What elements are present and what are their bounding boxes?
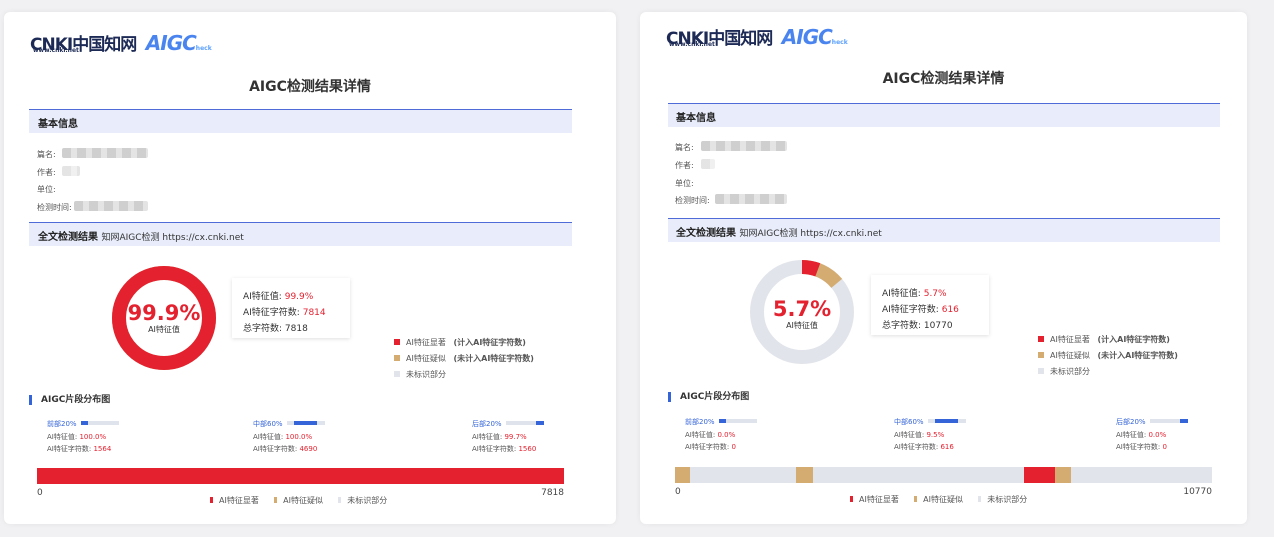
redacted-name [62, 148, 148, 158]
suspected-swatch [1038, 352, 1044, 358]
segment-back: 后部20% AI特征值: 99.7% AI特征字符数: 1560 [472, 419, 544, 454]
stats-card: AI特征值: 99.9% AI特征字符数: 7814 总字符数: 7818 [232, 278, 350, 338]
legend-unmarked: 未标识部分 [1038, 366, 1090, 377]
significant-swatch [210, 497, 213, 503]
legend-suspected: AI特征疑似 (未计入AI特征字符数) [1038, 350, 1178, 361]
redacted-time [715, 194, 787, 204]
distribution-block-suspected [1054, 467, 1072, 483]
significant-swatch [1038, 336, 1044, 342]
unmarked-swatch [338, 497, 342, 503]
legend-significant: AI特征显著 (计入AI特征字符数) [1038, 334, 1170, 345]
report-panel-1: CNKI中国知网 www.cnki.net AIGCheck AIGC检测结果详… [4, 12, 616, 524]
aigc-logo-text: AIGC [781, 25, 833, 49]
ai-value: 99.9% [284, 292, 314, 302]
segment-middle: 中部60% AI特征值: 9.5% AI特征字符数: 616 [894, 417, 966, 452]
ai-chars: 616 [941, 305, 959, 315]
distribution-block-suspected [675, 467, 690, 483]
result-header: 全文检测结果 知网AIGC检测 https://cx.cnki.net [29, 222, 572, 246]
legend-significant: AI特征显著 (计入AI特征字符数) [394, 337, 526, 348]
aigc-logo-heck: heck [831, 39, 848, 46]
result-source: 知网AIGC检测 https://cx.cnki.net [101, 233, 244, 243]
unit-label: 单位: [675, 179, 694, 188]
result-source: 知网AIGC检测 https://cx.cnki.net [739, 229, 882, 239]
segment-middle: 中部60% AI特征值: 100.0% AI特征字符数: 4690 [253, 419, 325, 454]
redacted-author [701, 159, 715, 169]
ai-value-row: AI特征值: 99.9% [243, 292, 314, 302]
ring-percent: 99.9% [127, 301, 201, 325]
unmarked-swatch [978, 496, 982, 502]
redacted-time [74, 201, 148, 211]
axis-end: 7818 [541, 488, 564, 498]
time-label: 检测时间: [37, 203, 72, 212]
segment-front: 前部20% AI特征值: 100.0% AI特征字符数: 1564 [47, 419, 119, 454]
total-chars-row: 总字符数: 10770 [882, 321, 953, 331]
ring-caption: AI特征值 [148, 325, 180, 334]
distribution-track [675, 467, 1212, 483]
basic-info-heading: 基本信息 [38, 119, 78, 130]
redacted-name [701, 141, 787, 151]
axis-start: 0 [37, 488, 43, 498]
total-chars: 10770 [923, 321, 953, 331]
ai-value-row: AI特征值: 5.7% [882, 289, 947, 299]
axis-start: 0 [675, 487, 681, 497]
distribution-block-significant [1024, 467, 1055, 483]
page-title: AIGC检测结果详情 [249, 79, 371, 95]
segment-front: 前部20% AI特征值: 0.0% AI特征字符数: 0 [685, 417, 757, 452]
distribution-block-suspected [796, 467, 813, 483]
cnki-logo-url: www.cnki.net [33, 47, 79, 54]
segments-title: AIGC片段分布图 [29, 395, 110, 405]
suspected-swatch [914, 496, 918, 502]
legend-unmarked: 未标识部分 [394, 369, 446, 380]
axis-end: 10770 [1183, 487, 1212, 497]
segments-title: AIGC片段分布图 [668, 392, 749, 402]
segment-back: 后部20% AI特征值: 0.0% AI特征字符数: 0 [1116, 417, 1188, 452]
significant-swatch [850, 496, 853, 502]
significant-swatch [394, 339, 400, 345]
suspected-swatch [274, 497, 278, 503]
time-label: 检测时间: [675, 196, 710, 205]
total-chars: 7818 [284, 324, 308, 334]
cnki-aigc-logo: CNKI中国知网 www.cnki.net AIGCheck [30, 30, 212, 55]
ring-percent: 5.7% [772, 297, 832, 321]
ring-center: 5.7% AI特征值 [752, 298, 852, 331]
basic-info-header: 基本信息 [29, 109, 572, 133]
name-label: 篇名: [37, 150, 56, 159]
unit-label: 单位: [37, 185, 56, 194]
suspected-swatch [394, 355, 400, 361]
distribution-block-significant [37, 468, 564, 484]
ai-chars: 7814 [302, 308, 326, 318]
basic-info-header: 基本信息 [668, 103, 1220, 127]
unmarked-swatch [1038, 368, 1044, 374]
bottom-legend: AI特征显著 AI特征疑似 未标识部分 [210, 495, 387, 506]
basic-info-heading: 基本信息 [676, 113, 716, 124]
page-title: AIGC检测结果详情 [882, 71, 1005, 87]
bottom-legend: AI特征显著 AI特征疑似 未标识部分 [850, 494, 1027, 505]
legend-suspected: AI特征疑似 (未计入AI特征字符数) [394, 353, 534, 364]
cnki-logo-url: www.cnki.net [669, 41, 715, 48]
aigc-logo-heck: heck [195, 45, 212, 52]
ring-caption: AI特征值 [786, 321, 818, 330]
stats-card: AI特征值: 5.7% AI特征字符数: 616 总字符数: 10770 [871, 275, 989, 335]
unmarked-swatch [394, 371, 400, 377]
author-label: 作者: [37, 168, 56, 177]
total-chars-row: 总字符数: 7818 [243, 324, 308, 334]
aigc-logo-text: AIGC [145, 31, 197, 55]
author-label: 作者: [675, 161, 694, 170]
report-panel-2: CNKI中国知网 www.cnki.net AIGCheck AIGC检测结果详… [640, 12, 1247, 524]
result-heading: 全文检测结果 知网AIGC检测 https://cx.cnki.net [676, 228, 882, 239]
ring-center: 99.9% AI特征值 [114, 302, 214, 335]
ai-chars-row: AI特征字符数: 7814 [243, 308, 326, 318]
result-heading: 全文检测结果 知网AIGC检测 https://cx.cnki.net [38, 232, 244, 243]
redacted-author [62, 166, 80, 176]
ai-chars-row: AI特征字符数: 616 [882, 305, 959, 315]
ai-value: 5.7% [923, 289, 947, 299]
name-label: 篇名: [675, 143, 694, 152]
distribution-track [37, 468, 564, 484]
result-header: 全文检测结果 知网AIGC检测 https://cx.cnki.net [668, 218, 1220, 242]
cnki-aigc-logo: CNKI中国知网 www.cnki.net AIGCheck [666, 24, 848, 49]
